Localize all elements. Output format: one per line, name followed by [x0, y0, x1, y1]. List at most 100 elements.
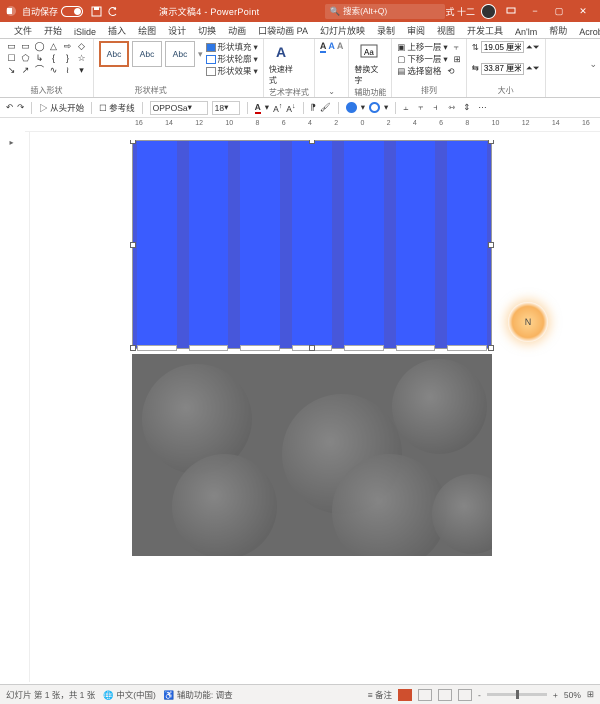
- zoom-out-button[interactable]: -: [478, 690, 481, 700]
- font-size-dropdown[interactable]: 18 ▾: [212, 101, 240, 115]
- bring-forward-icon: ▣: [397, 42, 405, 53]
- tab-pocket-anim[interactable]: 口袋动画 PA: [252, 23, 314, 38]
- ribbon-options-icon[interactable]: [502, 5, 520, 17]
- align-left-icon[interactable]: ⫠: [403, 102, 414, 113]
- grow-font-icon[interactable]: A↑: [273, 102, 282, 114]
- preset-2[interactable]: Abc: [132, 41, 162, 67]
- group-icon[interactable]: ⊞: [454, 54, 461, 65]
- slide-counter[interactable]: 幻灯片 第 1 张，共 1 张: [6, 689, 95, 701]
- view-slideshow-button[interactable]: [458, 689, 472, 701]
- slide-canvas[interactable]: [37, 140, 587, 674]
- send-backward-button[interactable]: ▢下移一层▾⊞: [397, 53, 460, 65]
- shape-outline-button[interactable]: 形状轮廓▾: [206, 53, 258, 65]
- bring-forward-button[interactable]: ▣上移一层▾⫟: [397, 41, 460, 53]
- tab-acrobat[interactable]: Acrobat: [573, 26, 600, 38]
- more-tools-icon[interactable]: ⋯: [478, 102, 487, 113]
- tab-islide[interactable]: iSlide: [68, 26, 102, 38]
- quick-styles-button[interactable]: A 快速样式: [269, 41, 299, 86]
- shrink-font-icon[interactable]: A↓: [286, 102, 295, 114]
- tab-transitions[interactable]: 切换: [192, 23, 222, 38]
- align-center-icon[interactable]: ⫟: [418, 102, 429, 113]
- tab-insert[interactable]: 插入: [102, 23, 132, 38]
- alt-text-button[interactable]: Aa 替换文字: [354, 41, 384, 86]
- view-normal-button[interactable]: [398, 689, 412, 701]
- rotate-icon[interactable]: ⟲: [447, 66, 454, 77]
- paint-format-icon[interactable]: 🖌: [320, 102, 331, 113]
- text-fill-icon[interactable]: A: [320, 41, 327, 53]
- zoom-slider[interactable]: [487, 693, 547, 696]
- tab-developer[interactable]: 开发工具: [461, 23, 509, 38]
- avatar[interactable]: [481, 4, 496, 19]
- tab-anlm[interactable]: An'lm: [509, 26, 543, 38]
- tab-view[interactable]: 视图: [431, 23, 461, 38]
- accessibility-button[interactable]: ♿ 辅助功能: 调查: [164, 689, 233, 701]
- selection-pane-button[interactable]: ▤选择窗格⟲: [397, 65, 460, 77]
- autosave-toggle[interactable]: 自动保存: [22, 5, 83, 18]
- tab-record[interactable]: 录制: [371, 23, 401, 38]
- resize-handle[interactable]: [309, 140, 315, 144]
- font-family-dropdown[interactable]: OPPOSa ▾: [150, 101, 208, 115]
- align-right-icon[interactable]: ⫞: [433, 102, 444, 113]
- notes-button[interactable]: ≡ 备注: [368, 689, 392, 701]
- height-input[interactable]: [481, 41, 524, 53]
- shape-gallery[interactable]: ▭▭◯△⇨◇ ☐⬠↳{}☆ ↘↗⌒∿≀▾: [5, 41, 88, 76]
- undo-icon[interactable]: ↶: [6, 102, 13, 113]
- resize-handle[interactable]: [130, 345, 136, 351]
- user-name[interactable]: 式 十二: [445, 5, 475, 18]
- shape-effects-button[interactable]: 形状效果▾: [206, 65, 258, 77]
- resize-handle[interactable]: [488, 345, 494, 351]
- language-button[interactable]: 🌐 中文(中国): [103, 689, 156, 701]
- minimize-button[interactable]: −: [526, 6, 544, 16]
- view-sorter-button[interactable]: [418, 689, 432, 701]
- undo-icon[interactable]: [108, 6, 119, 17]
- more-styles-icon[interactable]: ▾: [198, 49, 203, 60]
- dist-v-icon[interactable]: ⇕: [463, 102, 474, 113]
- resize-handle[interactable]: [130, 140, 136, 144]
- tab-slideshow[interactable]: 幻灯片放映: [314, 23, 371, 38]
- width-input[interactable]: [481, 63, 524, 75]
- selected-shape[interactable]: [132, 140, 492, 349]
- group-label: 大小: [472, 85, 540, 96]
- text-outline-icon[interactable]: A: [328, 41, 335, 53]
- eyedropper-icon[interactable]: ⁋: [311, 102, 316, 113]
- search-input[interactable]: 🔍 搜索(Alt+Q): [325, 4, 445, 19]
- collapse-ribbon-icon[interactable]: ⌄: [589, 59, 597, 70]
- redo-icon[interactable]: ↷: [17, 102, 24, 113]
- tab-review[interactable]: 审阅: [401, 23, 431, 38]
- fill-color-swatch[interactable]: [346, 102, 357, 113]
- resize-handle[interactable]: [130, 242, 136, 248]
- image-placeholder[interactable]: [132, 354, 492, 556]
- text-effects-icon[interactable]: A: [337, 41, 344, 53]
- zoom-in-button[interactable]: +: [553, 690, 558, 700]
- font-color-icon[interactable]: A: [255, 102, 261, 114]
- tab-file[interactable]: 文件: [8, 23, 38, 38]
- resize-handle[interactable]: [309, 345, 315, 351]
- tab-animations[interactable]: 动画: [222, 23, 252, 38]
- panel-collapse-icon[interactable]: ▸: [8, 138, 16, 178]
- resize-handle[interactable]: [488, 242, 494, 248]
- ref-line-checkbox[interactable]: ☐ 参考线: [99, 102, 135, 114]
- tab-draw[interactable]: 绘图: [132, 23, 162, 38]
- fit-window-button[interactable]: ⊞: [587, 689, 594, 700]
- maximize-button[interactable]: ▢: [550, 6, 568, 17]
- style-presets[interactable]: Abc Abc Abc ▾: [99, 41, 203, 67]
- close-button[interactable]: ✕: [574, 6, 592, 17]
- tab-home[interactable]: 开始: [38, 23, 68, 38]
- shape-fill-stack: 形状填充▾ 形状轮廓▾ 形状效果▾: [206, 41, 258, 77]
- preset-3[interactable]: Abc: [165, 41, 195, 67]
- group-label: 排列: [397, 85, 460, 96]
- tab-help[interactable]: 帮助: [543, 23, 573, 38]
- resize-handle[interactable]: [488, 140, 494, 144]
- tab-design[interactable]: 设计: [162, 23, 192, 38]
- view-reading-button[interactable]: [438, 689, 452, 701]
- from-beginning-button[interactable]: ▷ 从头开始: [39, 102, 84, 114]
- title-bar: 自动保存 演示文稿4 - PowerPoint 🔍 搜索(Alt+Q) 式 十二…: [0, 0, 600, 22]
- outline-color-swatch[interactable]: [369, 102, 380, 113]
- dist-h-icon[interactable]: ⇿: [448, 102, 459, 113]
- align-icon[interactable]: ⫟: [454, 42, 459, 53]
- preset-1[interactable]: Abc: [99, 41, 129, 67]
- ruler-vertical: [20, 132, 30, 682]
- zoom-level[interactable]: 50%: [564, 690, 581, 700]
- save-icon[interactable]: [91, 6, 102, 17]
- shape-fill-button[interactable]: 形状填充▾: [206, 41, 258, 53]
